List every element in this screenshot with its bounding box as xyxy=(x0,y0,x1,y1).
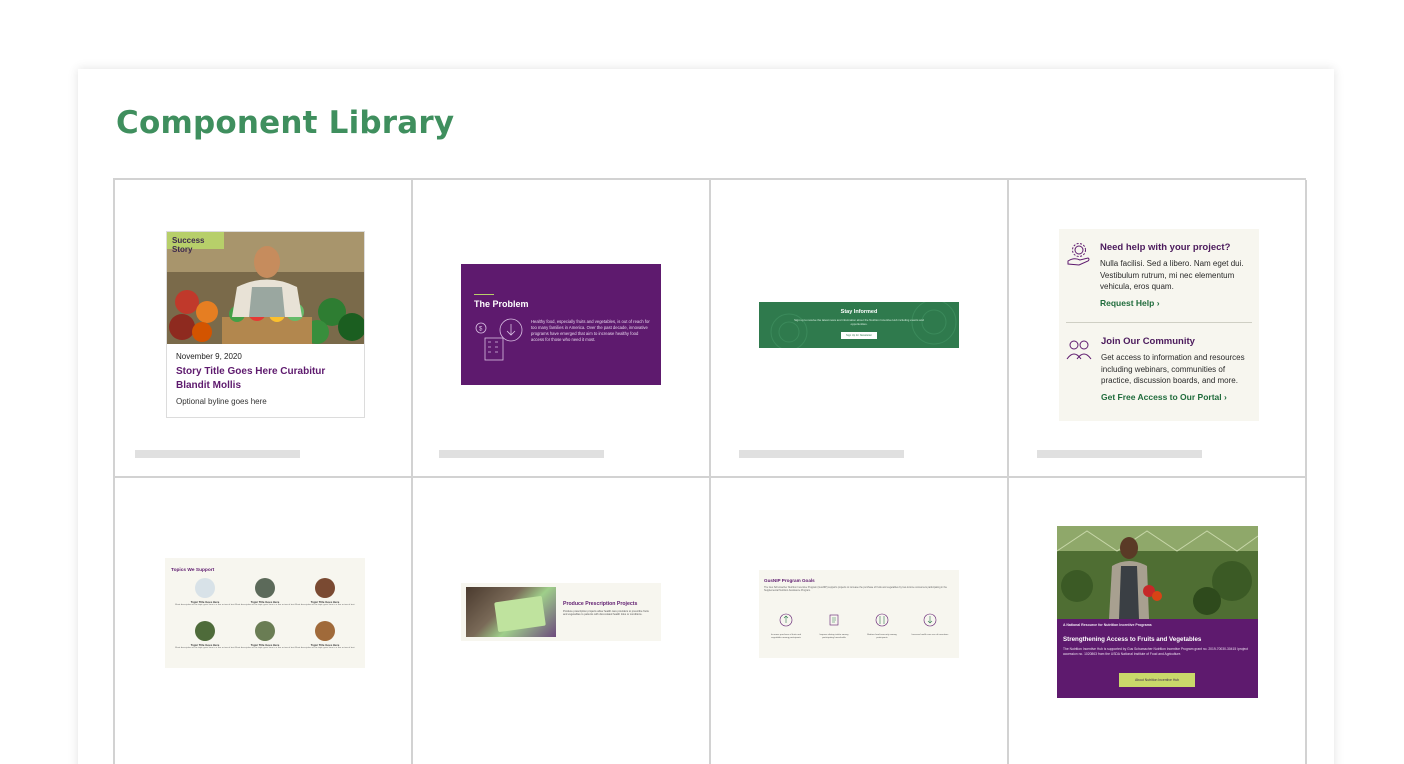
chevron-right-icon: › xyxy=(1224,392,1227,402)
tile-caption-placeholder xyxy=(739,450,904,458)
gear-hand-icon xyxy=(1067,243,1090,266)
community-heading: Join Our Community xyxy=(1101,336,1195,347)
fork-knife-icon xyxy=(875,613,889,627)
topic-image xyxy=(315,578,335,598)
topic-item: Topic Title Goes Here Short description … xyxy=(175,621,235,650)
tile-caption-placeholder xyxy=(1037,450,1202,458)
prescription-card-image xyxy=(494,595,546,633)
topic-desc: Short description of the topic goes here… xyxy=(295,647,355,649)
request-help-link[interactable]: Request Help › xyxy=(1100,298,1160,308)
prescription-photo xyxy=(466,587,556,637)
community-text: Get access to information and resources … xyxy=(1101,353,1245,385)
problem-text: Healthy food, especially fruits and vege… xyxy=(531,319,650,342)
story-card-preview: Success Story November 9, 2020 Story Tit… xyxy=(166,231,365,418)
component-tile-prescription[interactable]: Produce Prescription Projects Produce pr… xyxy=(413,478,711,764)
community-people-icon xyxy=(1066,340,1092,360)
component-tile-topics[interactable]: Topics We Support Topic Title Goes Here … xyxy=(115,478,413,764)
topic-item: Topic Title Goes Here Short description … xyxy=(235,621,295,650)
newsletter-signup-button[interactable]: Sign Up for Newsletter xyxy=(841,332,877,339)
svg-text:$: $ xyxy=(479,327,483,333)
component-tile-problem[interactable]: The Problem $ Healthy food, especially f… xyxy=(413,180,711,478)
problem-title: The Problem xyxy=(474,299,529,309)
page-title: Component Library xyxy=(116,105,455,141)
help-text: Nulla facilisi. Sed a libero. Nam eget d… xyxy=(1100,259,1244,291)
topic-image xyxy=(195,578,215,598)
request-help-label: Request Help xyxy=(1100,298,1155,308)
newsletter-title: Stay Informed xyxy=(840,309,878,315)
story-title: Story Title Goes Here Curabitur Blandit … xyxy=(176,366,326,391)
topic-desc: Short description of the topic goes here… xyxy=(235,604,295,606)
help-heading: Need help with your project? xyxy=(1100,242,1231,253)
portal-access-label: Get Free Access to Our Portal xyxy=(1101,392,1222,402)
goal-item: Reduce food insecurity among participant… xyxy=(863,613,901,640)
goal-text: Reduce food insecurity among participant… xyxy=(867,634,897,639)
topic-item: Topic Title Goes Here Short description … xyxy=(295,578,355,607)
topics-preview: Topics We Support Topic Title Goes Here … xyxy=(165,558,365,668)
topic-desc: Short description of the topic goes here… xyxy=(175,604,235,606)
topics-title: Topics We Support xyxy=(171,568,215,573)
farmer-photo-illustration xyxy=(1057,526,1258,619)
goal-text: Improve dietary intake among participati… xyxy=(819,634,849,639)
problem-preview: The Problem $ Healthy food, especially f… xyxy=(461,264,661,385)
prescription-text: Produce prescription projects allow heal… xyxy=(563,610,649,617)
topic-image xyxy=(255,621,275,641)
story-photo: Success Story xyxy=(167,232,364,344)
hero-kicker: A National Resource for Nutrition Incent… xyxy=(1063,623,1152,627)
component-tile-story[interactable]: Success Story November 9, 2020 Story Tit… xyxy=(115,180,413,478)
goal-text: Increase purchase of fruits and vegetabl… xyxy=(770,634,802,639)
greenhouse-photo xyxy=(1057,526,1258,619)
component-tile-hero[interactable]: A National Resource for Nutrition Incent… xyxy=(1009,478,1307,764)
health-download-icon xyxy=(923,613,937,627)
produce-growth-icon xyxy=(779,613,793,627)
component-grid: Success Story November 9, 2020 Story Tit… xyxy=(113,178,1307,764)
prescription-title: Produce Prescription Projects xyxy=(563,601,638,607)
topic-item: Topic Title Goes Here Short description … xyxy=(175,578,235,607)
portal-access-link[interactable]: Get Free Access to Our Portal › xyxy=(1101,392,1227,402)
component-library-panel: Component Library Success Story November… xyxy=(78,69,1334,764)
tile-caption-placeholder xyxy=(439,450,604,458)
help-preview: Need help with your project? Nulla facil… xyxy=(1059,229,1259,421)
story-date: November 9, 2020 xyxy=(176,352,242,361)
goals-preview: GusNIP Program Goals The Gus Schumacher … xyxy=(759,570,959,658)
goal-item: Increase purchase of fruits and vegetabl… xyxy=(767,613,805,640)
building-download-icon: $ xyxy=(475,318,523,361)
diet-list-icon xyxy=(829,614,839,626)
problem-accent-rule xyxy=(474,294,494,295)
topic-desc: Short description of the topic goes here… xyxy=(235,647,295,649)
prescription-preview: Produce Prescription Projects Produce pr… xyxy=(461,583,661,641)
hero-title: Strengthening Access to Fruits and Veget… xyxy=(1063,636,1202,643)
newsletter-text: Sign up to receive the latest news and i… xyxy=(794,318,924,326)
goal-item: Improve dietary intake among participati… xyxy=(815,613,853,640)
goal-text: Increase health care use of incentives xyxy=(911,634,949,636)
story-byline: Optional byline goes here xyxy=(176,397,267,406)
about-hub-button[interactable]: About Nutrition Incentive Hub xyxy=(1119,673,1195,687)
topic-desc: Short description of the topic goes here… xyxy=(295,604,355,606)
chevron-right-icon: › xyxy=(1156,298,1160,308)
tile-caption-placeholder xyxy=(135,450,300,458)
topic-item: Topic Title Goes Here Short description … xyxy=(295,621,355,650)
hero-text: The Nutrition Incentive Hub is supported… xyxy=(1063,647,1248,656)
topic-image xyxy=(195,621,215,641)
story-tag: Success Story xyxy=(167,232,224,254)
newsletter-preview: Stay Informed Sign up to receive the lat… xyxy=(759,302,959,348)
topic-desc: Short description of the topic goes here… xyxy=(175,647,235,649)
goal-item: Increase health care use of incentives xyxy=(911,613,949,637)
goals-title: GusNIP Program Goals xyxy=(764,578,815,583)
component-tile-newsletter[interactable]: Stay Informed Sign up to receive the lat… xyxy=(711,180,1009,478)
topic-image xyxy=(255,578,275,598)
hero-preview: A National Resource for Nutrition Incent… xyxy=(1057,526,1258,698)
goals-text: The Gus Schumacher Nutrition Incentive P… xyxy=(764,586,947,593)
topic-item: Topic Title Goes Here Short description … xyxy=(235,578,295,607)
topic-image xyxy=(315,621,335,641)
component-tile-goals[interactable]: GusNIP Program Goals The Gus Schumacher … xyxy=(711,478,1009,764)
help-divider xyxy=(1066,322,1252,323)
component-tile-help[interactable]: Need help with your project? Nulla facil… xyxy=(1009,180,1307,478)
